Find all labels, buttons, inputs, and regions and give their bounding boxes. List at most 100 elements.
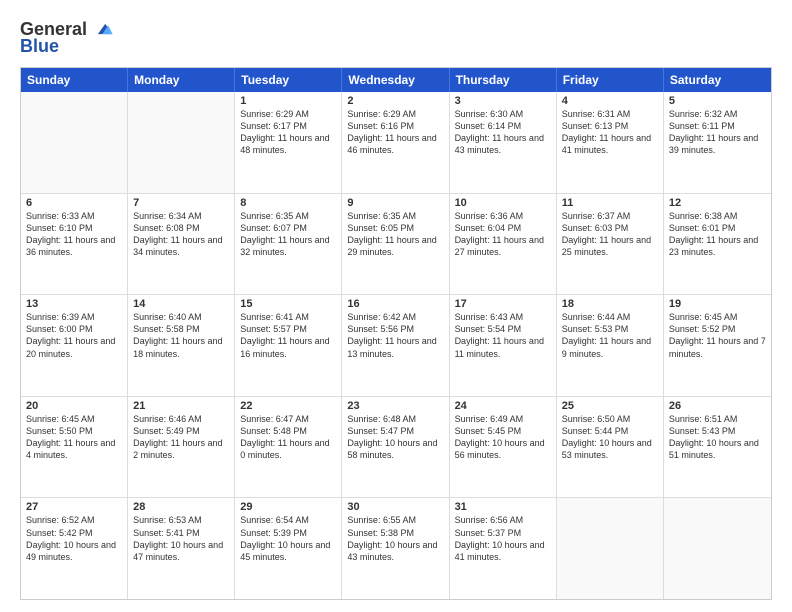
cell-info: Sunrise: 6:45 AM Sunset: 5:50 PM Dayligh… xyxy=(26,413,122,462)
cell-info: Sunrise: 6:55 AM Sunset: 5:38 PM Dayligh… xyxy=(347,514,443,563)
day-number: 3 xyxy=(455,95,551,107)
day-number: 9 xyxy=(347,197,443,209)
day-number: 29 xyxy=(240,501,336,513)
header-day-wednesday: Wednesday xyxy=(342,68,449,92)
day-number: 19 xyxy=(669,298,766,310)
day-number: 24 xyxy=(455,400,551,412)
day-number: 2 xyxy=(347,95,443,107)
logo: General Blue xyxy=(20,18,114,57)
header-day-tuesday: Tuesday xyxy=(235,68,342,92)
calendar-cell: 14 Sunrise: 6:40 AM Sunset: 5:58 PM Dayl… xyxy=(128,295,235,396)
cell-info: Sunrise: 6:42 AM Sunset: 5:56 PM Dayligh… xyxy=(347,311,443,360)
calendar-row-3: 20 Sunrise: 6:45 AM Sunset: 5:50 PM Dayl… xyxy=(21,396,771,498)
calendar-cell: 2 Sunrise: 6:29 AM Sunset: 6:16 PM Dayli… xyxy=(342,92,449,193)
calendar-cell: 25 Sunrise: 6:50 AM Sunset: 5:44 PM Dayl… xyxy=(557,397,664,498)
header-day-thursday: Thursday xyxy=(450,68,557,92)
calendar-cell: 8 Sunrise: 6:35 AM Sunset: 6:07 PM Dayli… xyxy=(235,194,342,295)
calendar-cell: 30 Sunrise: 6:55 AM Sunset: 5:38 PM Dayl… xyxy=(342,498,449,599)
calendar-cell: 5 Sunrise: 6:32 AM Sunset: 6:11 PM Dayli… xyxy=(664,92,771,193)
header-day-sunday: Sunday xyxy=(21,68,128,92)
calendar-cell: 23 Sunrise: 6:48 AM Sunset: 5:47 PM Dayl… xyxy=(342,397,449,498)
day-number: 1 xyxy=(240,95,336,107)
cell-info: Sunrise: 6:34 AM Sunset: 6:08 PM Dayligh… xyxy=(133,210,229,259)
cell-info: Sunrise: 6:39 AM Sunset: 6:00 PM Dayligh… xyxy=(26,311,122,360)
calendar-cell: 1 Sunrise: 6:29 AM Sunset: 6:17 PM Dayli… xyxy=(235,92,342,193)
calendar-cell xyxy=(128,92,235,193)
day-number: 11 xyxy=(562,197,658,209)
cell-info: Sunrise: 6:41 AM Sunset: 5:57 PM Dayligh… xyxy=(240,311,336,360)
calendar-cell: 19 Sunrise: 6:45 AM Sunset: 5:52 PM Dayl… xyxy=(664,295,771,396)
calendar-cell: 27 Sunrise: 6:52 AM Sunset: 5:42 PM Dayl… xyxy=(21,498,128,599)
cell-info: Sunrise: 6:37 AM Sunset: 6:03 PM Dayligh… xyxy=(562,210,658,259)
cell-info: Sunrise: 6:40 AM Sunset: 5:58 PM Dayligh… xyxy=(133,311,229,360)
calendar-cell: 6 Sunrise: 6:33 AM Sunset: 6:10 PM Dayli… xyxy=(21,194,128,295)
calendar-cell: 3 Sunrise: 6:30 AM Sunset: 6:14 PM Dayli… xyxy=(450,92,557,193)
cell-info: Sunrise: 6:29 AM Sunset: 6:17 PM Dayligh… xyxy=(240,108,336,157)
logo-blue-text: Blue xyxy=(20,36,59,57)
cell-info: Sunrise: 6:35 AM Sunset: 6:07 PM Dayligh… xyxy=(240,210,336,259)
calendar-cell: 15 Sunrise: 6:41 AM Sunset: 5:57 PM Dayl… xyxy=(235,295,342,396)
day-number: 7 xyxy=(133,197,229,209)
cell-info: Sunrise: 6:52 AM Sunset: 5:42 PM Dayligh… xyxy=(26,514,122,563)
header-day-monday: Monday xyxy=(128,68,235,92)
calendar-cell: 22 Sunrise: 6:47 AM Sunset: 5:48 PM Dayl… xyxy=(235,397,342,498)
calendar-cell xyxy=(557,498,664,599)
calendar-cell: 10 Sunrise: 6:36 AM Sunset: 6:04 PM Dayl… xyxy=(450,194,557,295)
cell-info: Sunrise: 6:44 AM Sunset: 5:53 PM Dayligh… xyxy=(562,311,658,360)
logo-icon xyxy=(92,18,114,40)
day-number: 30 xyxy=(347,501,443,513)
day-number: 4 xyxy=(562,95,658,107)
cell-info: Sunrise: 6:48 AM Sunset: 5:47 PM Dayligh… xyxy=(347,413,443,462)
day-number: 21 xyxy=(133,400,229,412)
calendar-cell: 29 Sunrise: 6:54 AM Sunset: 5:39 PM Dayl… xyxy=(235,498,342,599)
day-number: 10 xyxy=(455,197,551,209)
cell-info: Sunrise: 6:54 AM Sunset: 5:39 PM Dayligh… xyxy=(240,514,336,563)
cell-info: Sunrise: 6:56 AM Sunset: 5:37 PM Dayligh… xyxy=(455,514,551,563)
calendar-cell: 7 Sunrise: 6:34 AM Sunset: 6:08 PM Dayli… xyxy=(128,194,235,295)
calendar-cell xyxy=(664,498,771,599)
calendar-row-0: 1 Sunrise: 6:29 AM Sunset: 6:17 PM Dayli… xyxy=(21,92,771,193)
day-number: 13 xyxy=(26,298,122,310)
day-number: 15 xyxy=(240,298,336,310)
cell-info: Sunrise: 6:35 AM Sunset: 6:05 PM Dayligh… xyxy=(347,210,443,259)
calendar-cell: 11 Sunrise: 6:37 AM Sunset: 6:03 PM Dayl… xyxy=(557,194,664,295)
calendar-row-4: 27 Sunrise: 6:52 AM Sunset: 5:42 PM Dayl… xyxy=(21,497,771,599)
calendar: SundayMondayTuesdayWednesdayThursdayFrid… xyxy=(20,67,772,600)
cell-info: Sunrise: 6:51 AM Sunset: 5:43 PM Dayligh… xyxy=(669,413,766,462)
calendar-cell: 9 Sunrise: 6:35 AM Sunset: 6:05 PM Dayli… xyxy=(342,194,449,295)
cell-info: Sunrise: 6:31 AM Sunset: 6:13 PM Dayligh… xyxy=(562,108,658,157)
cell-info: Sunrise: 6:49 AM Sunset: 5:45 PM Dayligh… xyxy=(455,413,551,462)
calendar-body: 1 Sunrise: 6:29 AM Sunset: 6:17 PM Dayli… xyxy=(21,92,771,599)
calendar-cell xyxy=(21,92,128,193)
cell-info: Sunrise: 6:36 AM Sunset: 6:04 PM Dayligh… xyxy=(455,210,551,259)
day-number: 25 xyxy=(562,400,658,412)
calendar-cell: 21 Sunrise: 6:46 AM Sunset: 5:49 PM Dayl… xyxy=(128,397,235,498)
day-number: 27 xyxy=(26,501,122,513)
calendar-row-1: 6 Sunrise: 6:33 AM Sunset: 6:10 PM Dayli… xyxy=(21,193,771,295)
day-number: 16 xyxy=(347,298,443,310)
cell-info: Sunrise: 6:53 AM Sunset: 5:41 PM Dayligh… xyxy=(133,514,229,563)
calendar-cell: 13 Sunrise: 6:39 AM Sunset: 6:00 PM Dayl… xyxy=(21,295,128,396)
cell-info: Sunrise: 6:45 AM Sunset: 5:52 PM Dayligh… xyxy=(669,311,766,360)
day-number: 6 xyxy=(26,197,122,209)
cell-info: Sunrise: 6:33 AM Sunset: 6:10 PM Dayligh… xyxy=(26,210,122,259)
cell-info: Sunrise: 6:46 AM Sunset: 5:49 PM Dayligh… xyxy=(133,413,229,462)
calendar-cell: 26 Sunrise: 6:51 AM Sunset: 5:43 PM Dayl… xyxy=(664,397,771,498)
day-number: 20 xyxy=(26,400,122,412)
calendar-cell: 17 Sunrise: 6:43 AM Sunset: 5:54 PM Dayl… xyxy=(450,295,557,396)
day-number: 5 xyxy=(669,95,766,107)
calendar-cell: 16 Sunrise: 6:42 AM Sunset: 5:56 PM Dayl… xyxy=(342,295,449,396)
day-number: 31 xyxy=(455,501,551,513)
day-number: 12 xyxy=(669,197,766,209)
day-number: 18 xyxy=(562,298,658,310)
cell-info: Sunrise: 6:47 AM Sunset: 5:48 PM Dayligh… xyxy=(240,413,336,462)
header-day-friday: Friday xyxy=(557,68,664,92)
day-number: 26 xyxy=(669,400,766,412)
day-number: 22 xyxy=(240,400,336,412)
calendar-header: SundayMondayTuesdayWednesdayThursdayFrid… xyxy=(21,68,771,92)
day-number: 17 xyxy=(455,298,551,310)
page: General Blue SundayMondayTuesdayWednesda… xyxy=(0,0,792,612)
calendar-cell: 18 Sunrise: 6:44 AM Sunset: 5:53 PM Dayl… xyxy=(557,295,664,396)
day-number: 23 xyxy=(347,400,443,412)
calendar-cell: 24 Sunrise: 6:49 AM Sunset: 5:45 PM Dayl… xyxy=(450,397,557,498)
